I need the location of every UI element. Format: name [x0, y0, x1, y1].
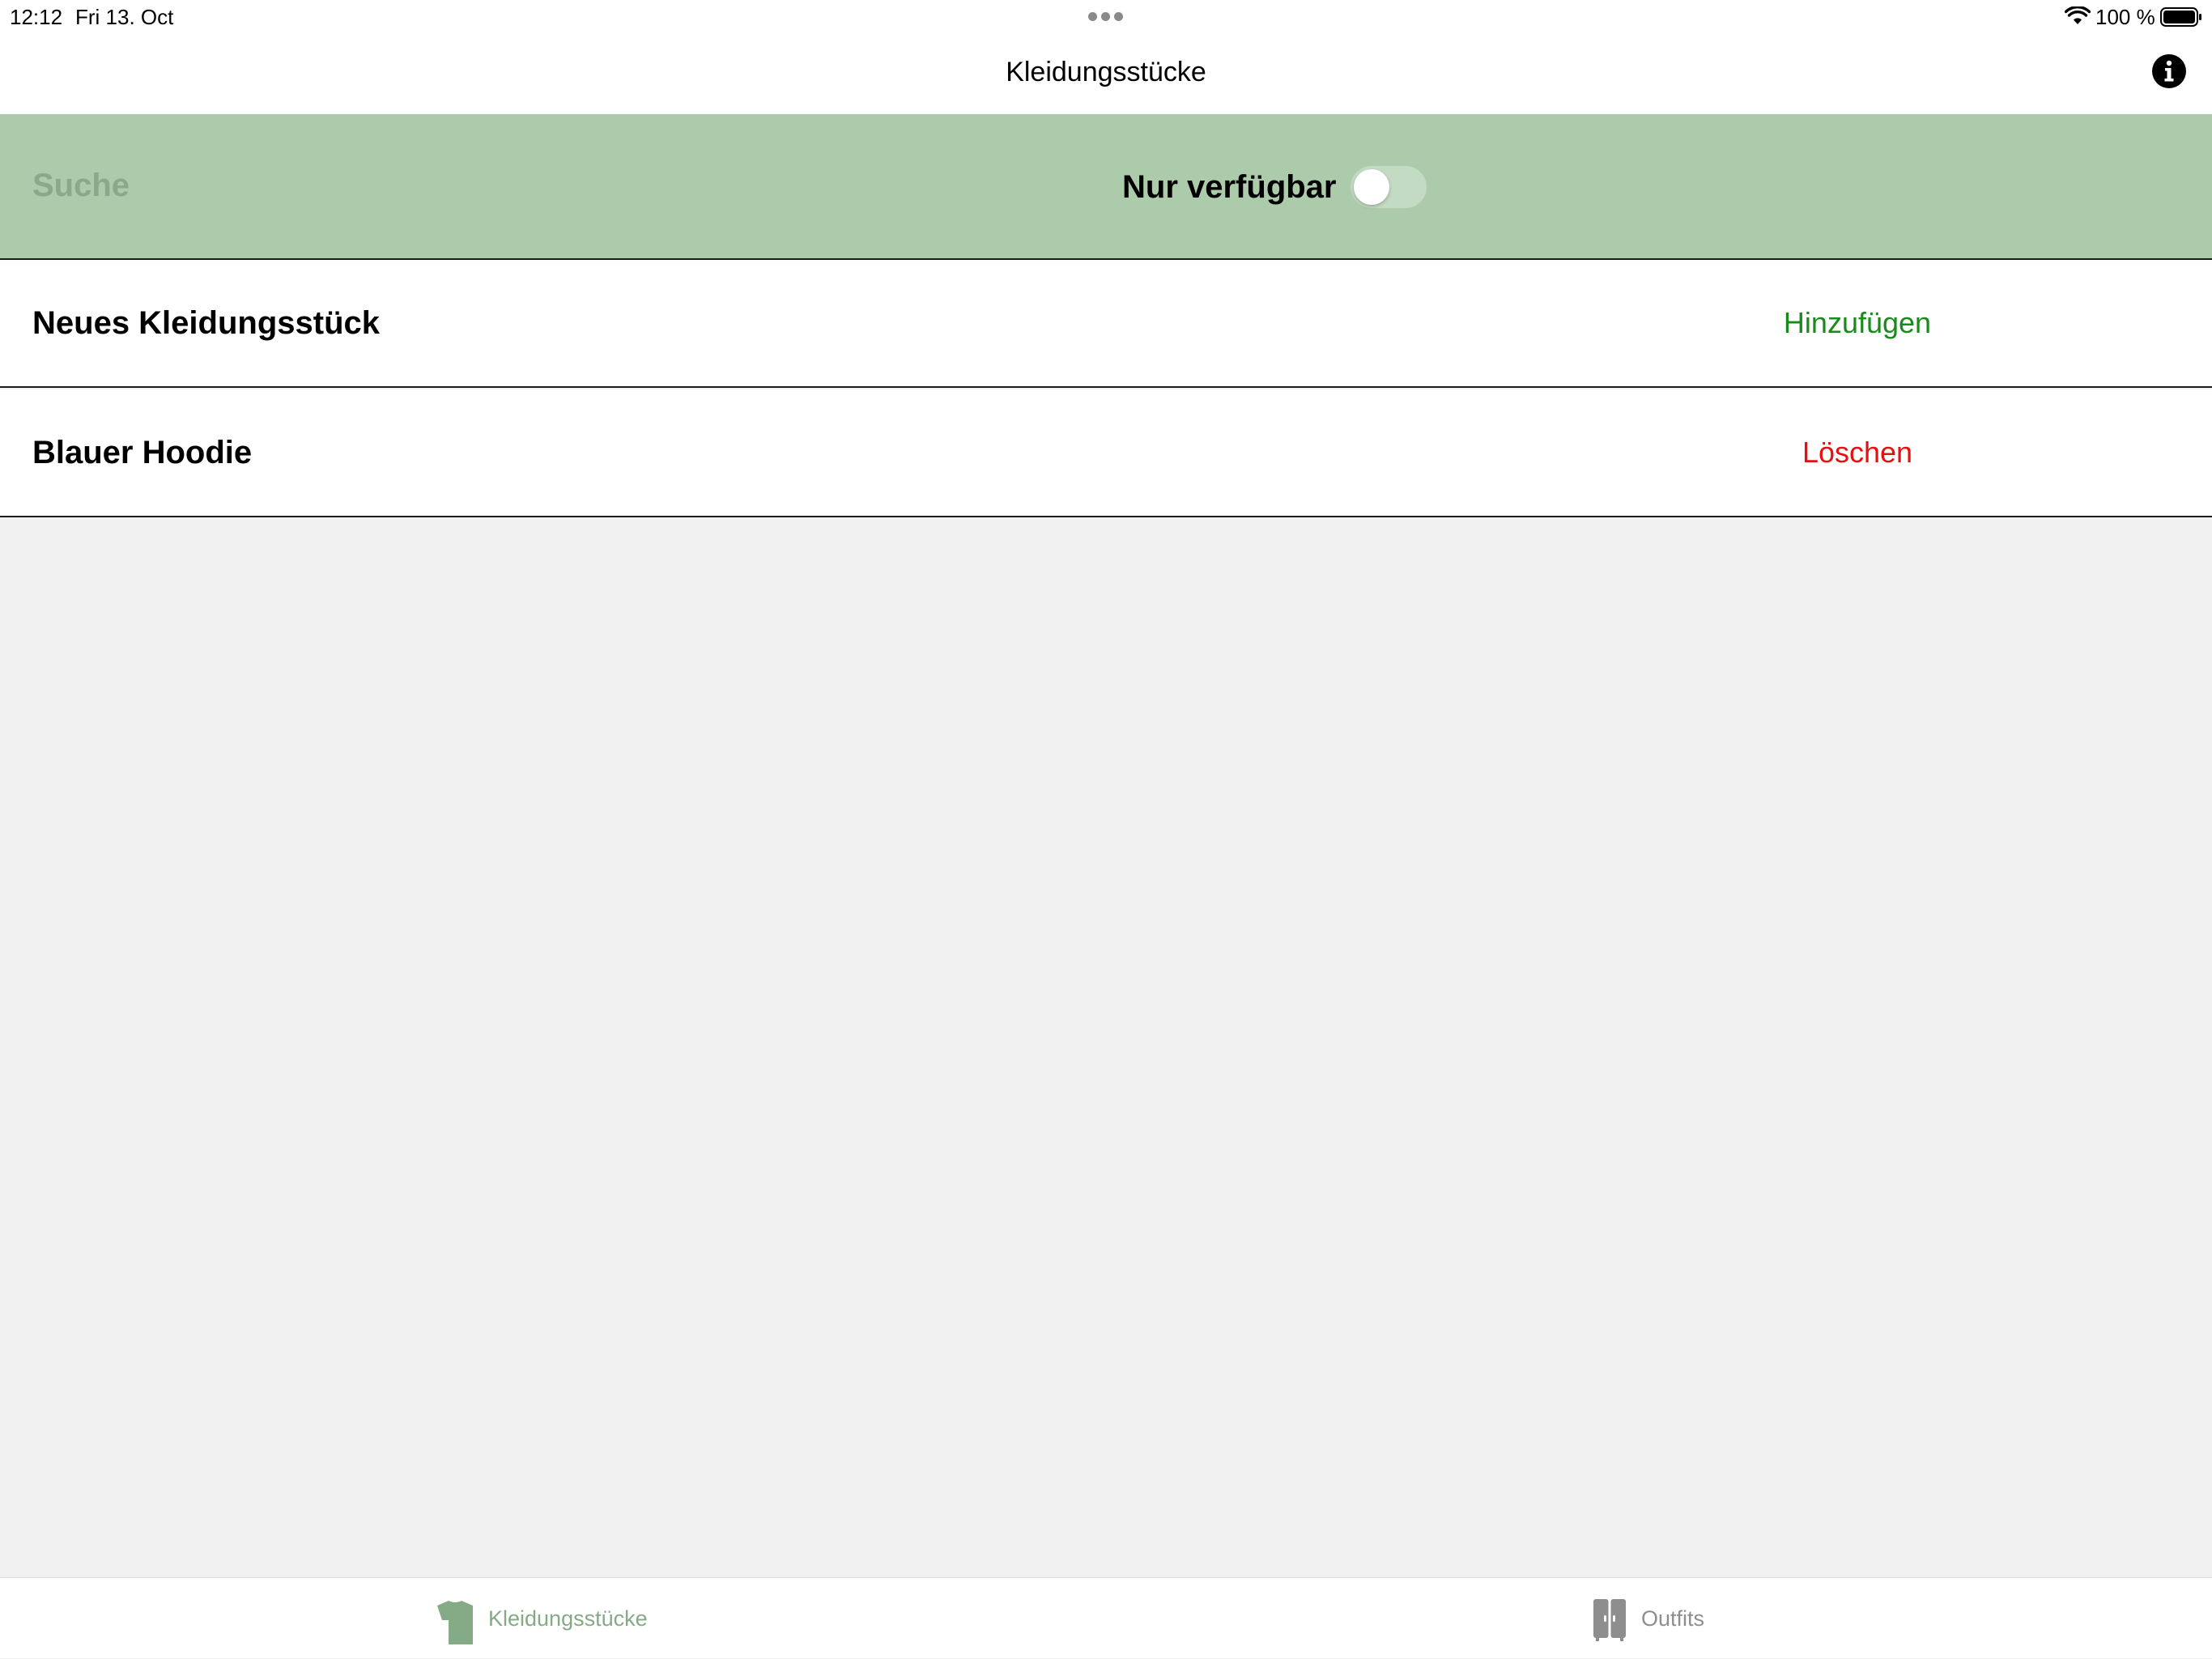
- multitasking-dots-icon[interactable]: [1088, 12, 1124, 22]
- tab-bar: Kleidungsstücke Outfits: [0, 1577, 2212, 1658]
- delete-button[interactable]: Löschen: [1712, 433, 2003, 472]
- toggle-knob: [1354, 169, 1389, 205]
- tab-outfits[interactable]: Outfits: [1593, 1578, 1755, 1659]
- info-icon[interactable]: [2150, 53, 2188, 90]
- tab-clothing[interactable]: Kleidungsstücke: [432, 1578, 675, 1659]
- wifi-icon: [2065, 6, 2091, 24]
- available-only-label: Nur verfügbar: [1122, 169, 1337, 205]
- wardrobe-icon: [1593, 1599, 1626, 1641]
- filter-bar: Nur verfügbar: [0, 114, 2212, 260]
- battery-percent: 100 %: [2095, 5, 2155, 29]
- status-bar: 12:12 Fri 13. Oct 100 %: [0, 0, 2212, 34]
- row-title: Blauer Hoodie: [32, 435, 253, 470]
- available-only-toggle[interactable]: [1351, 166, 1427, 208]
- list-item-new-clothing: Neues Kleidungsstück Hinzufügen: [0, 260, 2212, 388]
- status-time: 12:12: [10, 5, 63, 29]
- search-input[interactable]: [32, 161, 923, 210]
- battery-icon: [2160, 7, 2201, 27]
- tab-label: Outfits: [1641, 1606, 1705, 1631]
- row-title: Neues Kleidungsstück: [32, 305, 381, 341]
- status-date: Fri 13. Oct: [75, 5, 174, 29]
- add-button[interactable]: Hinzufügen: [1712, 304, 2003, 342]
- tshirt-icon: [437, 1601, 473, 1644]
- page-title: Kleidungsstücke: [1006, 57, 1206, 87]
- navigation-bar: Kleidungsstücke: [0, 34, 2212, 114]
- list-item-clothing: Blauer Hoodie Löschen: [0, 389, 2212, 517]
- tab-label: Kleidungsstücke: [488, 1606, 648, 1631]
